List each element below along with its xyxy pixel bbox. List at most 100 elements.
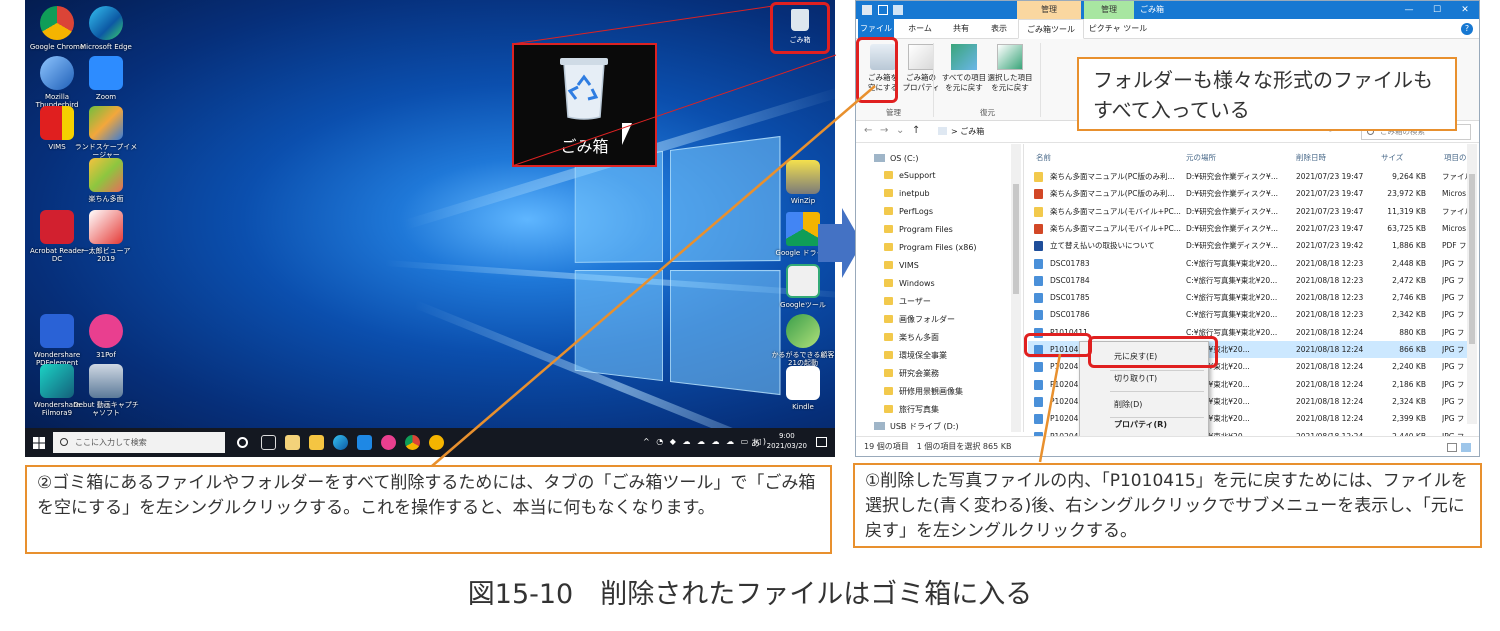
nav-item-folder[interactable]: Windows [884, 275, 935, 293]
menu-item-properties[interactable]: プロパティ(R) [1080, 414, 1208, 436]
desktop-icon-customer21[interactable]: かるがるできる顧客21の起動 [770, 314, 835, 367]
taskbar: ここに入力して検索 ^ ◔ ◆ ☁ ☁ ☁ ☁ ▭ ◁) あ 9:00 2021… [25, 428, 835, 457]
file-row[interactable]: 楽ちん多面マニュアル(PC版のみ利... D:¥研究会作業ディスク¥... 2021… [1028, 168, 1472, 185]
jpg-file-icon [1034, 310, 1043, 321]
notification-icon[interactable] [816, 437, 827, 447]
recycle-bin-zoom-callout: ごみ箱 [512, 43, 657, 167]
ribbon-divider [933, 43, 934, 117]
desktop-icon-edge[interactable]: Microsoft Edge [73, 6, 139, 51]
column-header-deleted[interactable]: 削除日時 [1296, 152, 1326, 163]
column-header-type[interactable]: 項目の [1444, 152, 1467, 163]
nav-scrollbar[interactable] [1011, 144, 1021, 432]
system-tray-icons[interactable]: ^ ◔ ◆ ☁ ☁ ☁ ☁ ▭ ◁) [643, 437, 768, 446]
nav-item-folder[interactable]: VIMS [884, 257, 919, 275]
mouse-cursor-icon [622, 123, 642, 145]
nav-item-folder[interactable]: 画像フォルダー [884, 311, 955, 329]
desktop-icon-winzip[interactable]: WinZip [770, 160, 835, 205]
help-icon[interactable]: ? [1461, 23, 1473, 35]
nav-item-folder[interactable]: 環境保全事業 [884, 347, 947, 365]
nav-item-folder[interactable]: 研修用景観画像集 [884, 383, 963, 401]
folder-icon [884, 369, 893, 377]
figure-caption: 図15-10 削除されたファイルはゴミ箱に入る [467, 579, 1033, 610]
desktop-icon-31pof[interactable]: 31Pof [73, 314, 139, 359]
app-taskbar-icon[interactable] [429, 435, 444, 450]
file-row[interactable]: 楽ちん多面マニュアル(モバイル+PC... D:¥研究会作業ディスク¥... 202… [1028, 203, 1472, 220]
taskbar-clock[interactable]: 9:00 2021/03/20 [767, 431, 807, 451]
nav-item-folder[interactable]: eSupport [884, 167, 936, 185]
cortana-icon[interactable] [237, 437, 248, 448]
close-button[interactable]: ✕ [1451, 1, 1479, 19]
maximize-button[interactable]: ☐ [1423, 1, 1451, 19]
details-view-icon[interactable] [1447, 443, 1457, 452]
nav-item-folder[interactable]: ユーザー [884, 293, 931, 311]
column-header-name[interactable]: 名前 [1036, 152, 1051, 163]
tab-file[interactable]: ファイル [858, 19, 894, 39]
file-row[interactable]: DSC01786 C:¥旅行写真集¥東北¥20... 2021/08/18 12:2… [1028, 306, 1472, 323]
column-header-location[interactable]: 元の場所 [1186, 152, 1216, 163]
file-loc: D:¥研究会作業ディスク¥... [1186, 172, 1278, 181]
quick-access-checkmark-icon[interactable] [878, 5, 888, 15]
scrollbar-thumb[interactable] [1013, 184, 1019, 294]
recycle-bin-desktop-highlight[interactable]: ごみ箱 [770, 2, 830, 54]
edge-taskbar-icon[interactable] [333, 435, 348, 450]
nav-item-folder[interactable]: PerfLogs [884, 203, 933, 221]
ime-indicator[interactable]: あ [751, 436, 760, 449]
column-header-size[interactable]: サイズ [1381, 152, 1403, 163]
ribbon-group-manage: 管理 [886, 108, 901, 117]
tab-view[interactable]: 表示 [982, 19, 1016, 39]
windows-start-icon[interactable] [33, 437, 45, 449]
nav-item-folder[interactable]: inetpub [884, 185, 930, 203]
file-row[interactable]: DSC01783 C:¥旅行写真集¥東北¥20... 2021/08/18 12:2… [1028, 255, 1472, 272]
file-date: 2021/08/18 12:24 [1296, 362, 1364, 372]
tab-share[interactable]: 共有 [944, 19, 978, 39]
filmora-icon [40, 364, 74, 398]
jpg-file-icon [1034, 414, 1043, 425]
nav-item-folder[interactable]: 楽ちん多面 [884, 329, 939, 347]
forward-button[interactable]: → [880, 125, 888, 136]
nav-item-usb-d[interactable]: USB ドライブ (D:) [874, 418, 959, 436]
minimize-button[interactable]: — [1395, 1, 1423, 19]
chrome-taskbar-icon[interactable] [405, 435, 420, 450]
desktop-icon-ichitaro[interactable]: 一太郎ビューア2019 [73, 210, 139, 263]
file-list-scrollbar[interactable] [1467, 144, 1477, 424]
file-row[interactable]: 楽ちん多面マニュアル(PC版のみ利... D:¥研究会作業ディスク¥... 2021… [1028, 185, 1472, 202]
31pof-taskbar-icon[interactable] [381, 435, 396, 450]
back-button[interactable]: ← [864, 125, 872, 136]
restore-all-button[interactable]: すべての項目 を元に戻す [938, 44, 990, 93]
tab-home[interactable]: ホーム [900, 19, 940, 39]
file-row[interactable]: 楽ちん多面マニュアル(モバイル+PC... D:¥研究会作業ディスク¥... 202… [1028, 220, 1472, 237]
file-size: 11,319 KB [1387, 206, 1426, 216]
tab-picture-tools[interactable]: ピクチャ ツール [1086, 19, 1150, 39]
menu-item-delete[interactable]: 削除(D) [1080, 394, 1208, 416]
file-date: 2021/08/18 12:24 [1296, 379, 1364, 389]
nav-item-folder[interactable]: 旅行写真集 [884, 401, 939, 419]
nav-item-folder[interactable]: 研究会業務 [884, 365, 939, 383]
folder-file-icon [1034, 172, 1043, 182]
nav-item-folder[interactable]: Program Files [884, 221, 953, 239]
up-button[interactable]: ↑ [912, 125, 920, 136]
store-icon[interactable] [285, 435, 300, 450]
scrollbar-thumb[interactable] [1469, 174, 1475, 344]
file-row[interactable]: 立て替え払いの取扱いについて D:¥研究会作業ディスク¥... 2021/07/23… [1028, 237, 1472, 254]
file-loc: D:¥研究会作業ディスク¥... [1186, 223, 1278, 233]
desktop-icon-debut[interactable]: Debut 動画キャプチャソフト [73, 364, 139, 417]
taskbar-search-input[interactable]: ここに入力して検索 [53, 432, 225, 453]
nav-item-os-c[interactable]: OS (C:) [874, 150, 918, 168]
tab-recycle-bin-tools[interactable]: ごみ箱ツール [1018, 19, 1084, 39]
file-loc: C:¥旅行写真集¥東北¥20... [1186, 258, 1278, 268]
menu-item-cut[interactable]: 切り取り(T) [1080, 368, 1208, 390]
file-row[interactable]: DSC01784 C:¥旅行写真集¥東北¥20... 2021/08/18 12:2… [1028, 272, 1472, 289]
quick-access-save-icon[interactable] [893, 5, 903, 15]
desktop-icon-zoom[interactable]: Zoom [73, 56, 139, 101]
restore-selected-button[interactable]: 選択した項目 を元に戻す [984, 44, 1036, 93]
file-row[interactable]: DSC01785 C:¥旅行写真集¥東北¥20... 2021/08/18 12:2… [1028, 289, 1472, 306]
large-icons-view-icon[interactable] [1461, 443, 1471, 452]
task-view-icon[interactable] [261, 435, 276, 450]
desktop-icon-landscape-imager[interactable]: ランドスケープイメージャー [73, 106, 139, 159]
mail-icon[interactable] [357, 435, 372, 450]
nav-item-folder[interactable]: Program Files (x86) [884, 239, 977, 257]
recent-locations-button[interactable]: ⌄ [896, 125, 904, 136]
file-explorer-icon[interactable] [309, 435, 324, 450]
desktop-icon-kindle[interactable]: Kindle [770, 366, 835, 411]
desktop-icon-rakuchin[interactable]: 楽ちん多面 [73, 158, 139, 203]
